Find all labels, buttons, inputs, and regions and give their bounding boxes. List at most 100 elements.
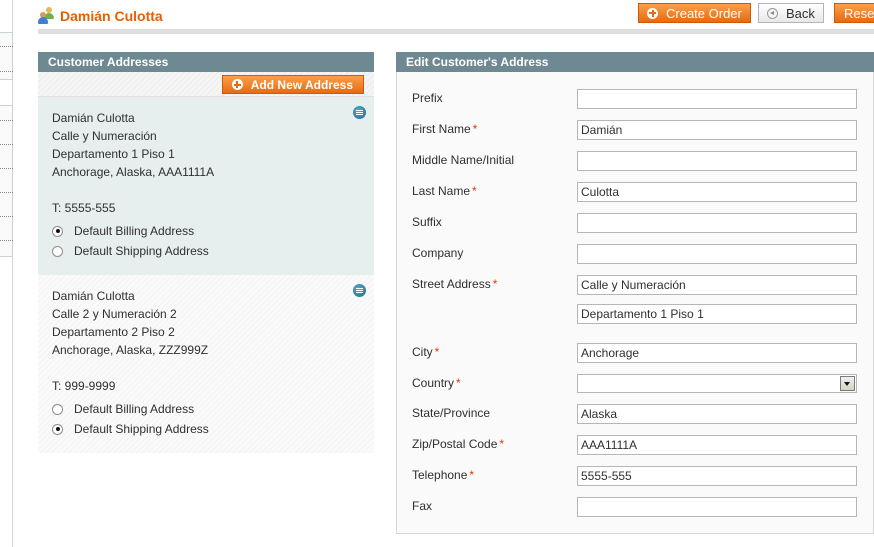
address-city-line: Anchorage, Alaska, AAA1111A (52, 165, 215, 179)
plus-icon (231, 79, 243, 90)
default-billing-radio[interactable] (52, 403, 63, 415)
street-address-line2-input[interactable] (577, 304, 857, 324)
plus-icon (647, 7, 658, 19)
country-row: Country * (412, 374, 872, 396)
required-marker: * (492, 277, 498, 291)
address-city-line: Anchorage, Alaska, ZZZ999Z (52, 343, 209, 357)
sidebar-divider (0, 144, 13, 145)
address-menu-icon[interactable] (353, 284, 366, 297)
back-label: Back (786, 5, 815, 21)
sidebar-edge (0, 0, 13, 547)
suffix-input[interactable] (577, 213, 857, 233)
company-row: Company (412, 244, 872, 266)
telephone-input[interactable] (577, 466, 857, 486)
required-marker: * (469, 468, 475, 482)
company-input[interactable] (577, 244, 857, 264)
required-marker: * (499, 437, 505, 451)
edit-address-panel: Edit Customer's Address Prefix First Nam… (396, 52, 874, 534)
city-row: City * (412, 343, 872, 365)
required-marker: * (472, 122, 478, 136)
create-order-button[interactable]: Create Order (638, 3, 751, 23)
prefix-row: Prefix (412, 89, 872, 111)
default-billing-radio[interactable] (52, 225, 63, 237)
city-input[interactable] (577, 343, 857, 363)
default-shipping-radio[interactable] (52, 245, 63, 257)
middle-name-label: Middle Name/Initial (412, 153, 515, 167)
reset-label: Rese (844, 5, 874, 21)
page-title: Damián Culotta (60, 7, 163, 24)
sidebar-divider (0, 71, 13, 72)
first-name-input[interactable] (577, 120, 857, 140)
address-phone: T: 5555-555 (52, 201, 116, 215)
header-title: Damián Culotta (38, 7, 163, 24)
required-marker: * (456, 376, 461, 390)
state-label: State/Province (412, 406, 491, 420)
header-divider (38, 29, 874, 34)
zip-row: Zip/Postal Code * (412, 435, 872, 457)
sidebar-divider (0, 120, 13, 121)
sidebar-divider (0, 216, 13, 217)
sidebar-box (0, 105, 13, 257)
default-billing-radio-row[interactable]: Default Billing Address (52, 399, 360, 419)
state-row: State/Province (412, 404, 872, 426)
prefix-input[interactable] (577, 89, 857, 109)
zip-label: Zip/Postal Code * (412, 437, 505, 451)
required-marker: * (434, 345, 440, 359)
addresses-toolbar: Add New Address (38, 72, 374, 97)
default-billing-radio-row[interactable]: Default Billing Address (52, 221, 360, 241)
address-menu-icon[interactable] (353, 106, 366, 119)
address-street2: Departamento 1 Piso 1 (52, 147, 175, 161)
address-street2: Departamento 2 Piso 2 (52, 325, 175, 339)
customer-addresses-panel: Customer Addresses Add New Address Damiá… (38, 52, 374, 453)
sidebar-divider (0, 240, 13, 241)
middle-name-input[interactable] (577, 151, 857, 171)
fax-row: Fax (412, 497, 872, 519)
default-shipping-radio[interactable] (52, 423, 63, 435)
last-name-label: Last Name * (412, 184, 477, 198)
city-label: City * (412, 345, 440, 359)
first-name-row: First Name * (412, 120, 872, 142)
edit-address-title: Edit Customer's Address (396, 52, 874, 72)
prefix-label: Prefix (412, 91, 443, 105)
address-card[interactable]: Damián Culotta Calle y Numeración Depart… (38, 97, 374, 275)
add-new-address-label: Add New Address (250, 77, 353, 92)
back-arrow-icon (767, 7, 778, 19)
country-label: Country * (412, 376, 461, 390)
default-shipping-label: Default Shipping Address (74, 422, 209, 436)
middle-name-row: Middle Name/Initial (412, 151, 872, 173)
country-select[interactable] (577, 374, 857, 393)
suffix-label: Suffix (412, 215, 442, 229)
street-address-row: Street Address * (412, 275, 872, 327)
sidebar-box (0, 32, 13, 80)
customer-icon (38, 7, 55, 24)
back-button[interactable]: Back (758, 3, 824, 23)
address-street1: Calle 2 y Numeración 2 (52, 307, 177, 321)
required-marker: * (472, 184, 477, 198)
street-address-label: Street Address * (412, 277, 498, 291)
default-shipping-radio-row[interactable]: Default Shipping Address (52, 419, 360, 439)
telephone-row: Telephone * (412, 466, 872, 488)
default-shipping-label: Default Shipping Address (74, 244, 209, 258)
create-order-label: Create Order (666, 5, 742, 21)
sidebar-divider (0, 46, 13, 47)
default-billing-label: Default Billing Address (74, 402, 195, 416)
address-name: Damián Culotta (52, 111, 135, 125)
telephone-label: Telephone * (412, 468, 475, 482)
state-input[interactable] (577, 404, 857, 424)
zip-input[interactable] (577, 435, 857, 455)
add-new-address-button[interactable]: Add New Address (221, 75, 364, 94)
street-address-line1-input[interactable] (577, 275, 857, 295)
default-billing-label: Default Billing Address (74, 224, 195, 238)
fax-input[interactable] (577, 497, 857, 517)
page-header: Damián Culotta Create Order Back Rese (38, 0, 874, 34)
chevron-down-icon[interactable] (840, 376, 855, 391)
address-street1: Calle y Numeración (52, 129, 157, 143)
suffix-row: Suffix (412, 213, 872, 235)
address-card[interactable]: Damián Culotta Calle 2 y Numeración 2 De… (38, 275, 374, 453)
reset-button[interactable]: Rese (834, 3, 874, 23)
last-name-input[interactable] (577, 182, 857, 202)
address-phone: T: 999-9999 (52, 379, 116, 393)
first-name-label: First Name * (412, 122, 478, 136)
fax-label: Fax (412, 499, 433, 513)
default-shipping-radio-row[interactable]: Default Shipping Address (52, 241, 360, 261)
